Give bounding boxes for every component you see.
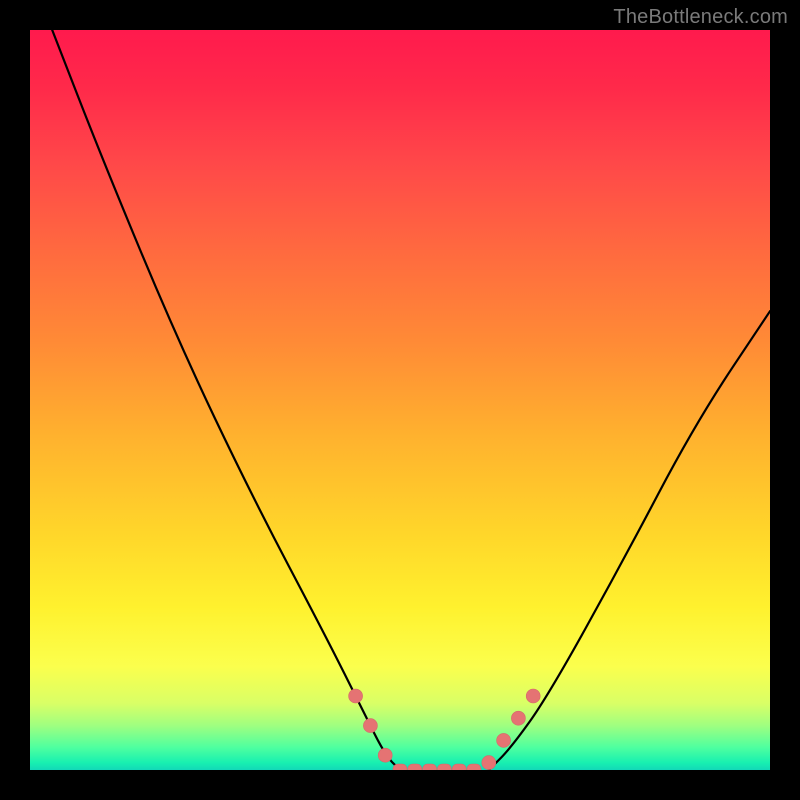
marker-bead	[452, 764, 466, 770]
marker-bead	[482, 756, 496, 770]
curve-left-branch	[52, 30, 400, 770]
marker-bead	[526, 689, 540, 703]
marker-bead	[408, 764, 422, 770]
marker-bead	[378, 748, 392, 762]
marker-bead	[511, 711, 525, 725]
marker-bead	[437, 764, 451, 770]
chart-frame: TheBottleneck.com	[0, 0, 800, 800]
watermark-text: TheBottleneck.com	[613, 6, 788, 29]
marker-bead	[423, 764, 437, 770]
marker-bead	[349, 689, 363, 703]
chart-svg	[30, 30, 770, 770]
marker-bead	[497, 733, 511, 747]
plot-area	[30, 30, 770, 770]
marker-bead	[467, 764, 481, 770]
marker-beads	[349, 689, 541, 770]
marker-bead	[363, 719, 377, 733]
marker-bead	[393, 764, 407, 770]
